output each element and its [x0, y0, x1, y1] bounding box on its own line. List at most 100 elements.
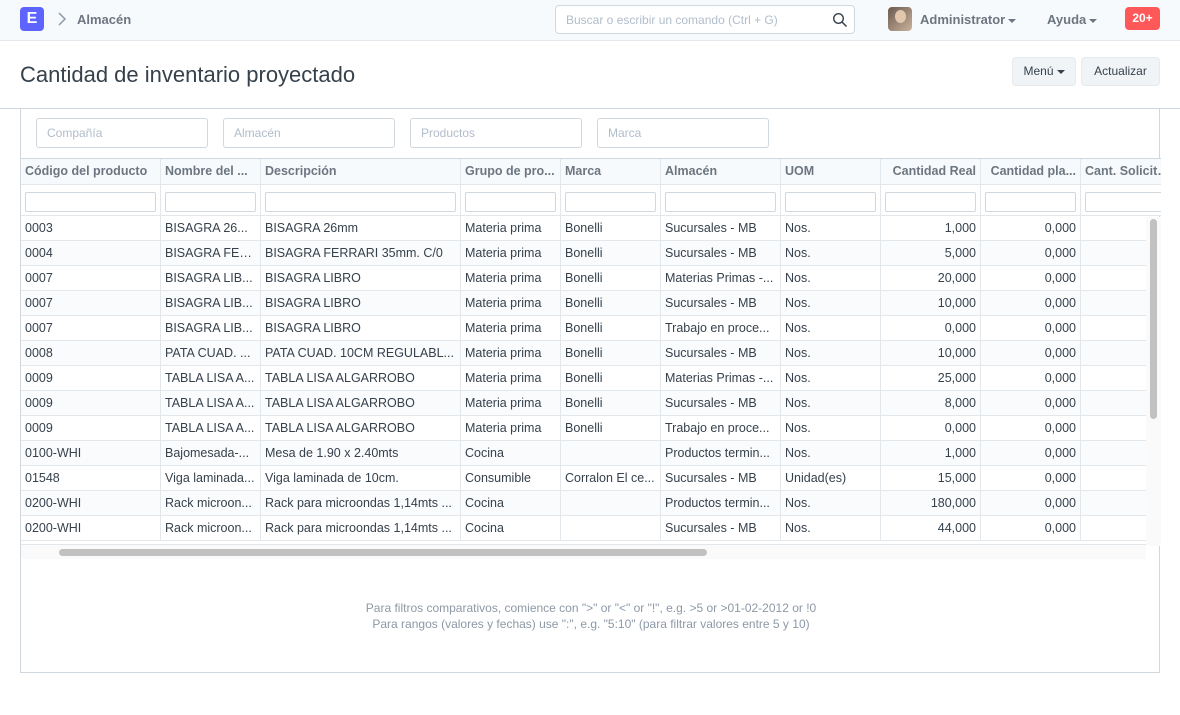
column-filter-input[interactable] — [665, 192, 776, 212]
column-filter-input[interactable] — [165, 192, 256, 212]
app-logo[interactable]: E — [20, 7, 44, 31]
cell-description: BISAGRA LIBRO — [261, 316, 461, 341]
table-row: 0007 BISAGRA LIB... BISAGRA LIBRO Materia p… — [21, 316, 1161, 341]
avatar[interactable] — [888, 7, 912, 31]
report-grid: Código del producto Nombre del ... Descrip… — [21, 158, 1161, 544]
cell-description: Viga laminada de 10cm. — [261, 466, 461, 491]
cell-planned-qty: 0,000 — [981, 291, 1081, 316]
column-filter-input[interactable] — [985, 192, 1076, 212]
table-row: 0008 PATA CUAD. ... PATA CUAD. 10CM REGULA… — [21, 341, 1161, 366]
cell-brand — [561, 516, 661, 541]
filter-warehouse[interactable] — [223, 118, 395, 148]
cell-item-group: Consumible — [461, 466, 561, 491]
cell-product-name: Viga laminada... — [161, 466, 261, 491]
search-bar — [555, 5, 855, 34]
cell-product-name: TABLA LISA A... — [161, 416, 261, 441]
cell-product-name: Rack microon... — [161, 516, 261, 541]
cell-uom: Nos. — [781, 266, 881, 291]
cell-description: Rack para microondas 1,14mts ... — [261, 516, 461, 541]
column-header-requested-qty[interactable]: Cant. Solicitada — [1081, 159, 1161, 185]
column-filter-input[interactable] — [885, 192, 976, 212]
column-header-uom[interactable]: UOM — [781, 159, 881, 185]
search-icon[interactable] — [832, 12, 848, 28]
user-menu[interactable]: Administrator — [920, 12, 1017, 27]
cell-description: TABLA LISA ALGARROBO — [261, 416, 461, 441]
cell-uom: Nos. — [781, 291, 881, 316]
cell-planned-qty: 0,000 — [981, 216, 1081, 241]
column-header-row: Código del producto Nombre del ... Descrip… — [21, 159, 1161, 185]
cell-planned-qty: 0,000 — [981, 316, 1081, 341]
cell-warehouse: Trabajo en proce... — [661, 316, 781, 341]
help-menu[interactable]: Ayuda — [1047, 12, 1098, 27]
cell-product-code: 0004 — [21, 241, 161, 266]
column-header-product-code[interactable]: Código del producto — [21, 159, 161, 185]
cell-brand — [561, 441, 661, 466]
column-header-brand[interactable]: Marca — [561, 159, 661, 185]
cell-planned-qty: 0,000 — [981, 491, 1081, 516]
cell-product-code: 0008 — [21, 341, 161, 366]
menu-button[interactable]: Menú — [1012, 57, 1076, 86]
cell-product-name: TABLA LISA A... — [161, 391, 261, 416]
cell-planned-qty: 0,000 — [981, 466, 1081, 491]
cell-uom: Nos. — [781, 441, 881, 466]
cell-description: TABLA LISA ALGARROBO — [261, 366, 461, 391]
cell-actual-qty: 44,000 — [881, 516, 981, 541]
cell-brand: Bonelli — [561, 291, 661, 316]
cell-warehouse: Sucursales - MB — [661, 241, 781, 266]
cell-brand: Bonelli — [561, 366, 661, 391]
menu-label: Menú — [1023, 64, 1054, 78]
column-header-product-name[interactable]: Nombre del ... — [161, 159, 261, 185]
horizontal-scrollbar[interactable] — [21, 544, 1146, 559]
cell-item-group: Materia prima — [461, 241, 561, 266]
cell-product-code: 0007 — [21, 291, 161, 316]
column-filter-input[interactable] — [565, 192, 656, 212]
cell-brand: Bonelli — [561, 316, 661, 341]
column-filter-row — [21, 185, 1161, 216]
breadcrumb[interactable]: Almacén — [77, 12, 131, 27]
column-header-description[interactable]: Descripción — [261, 159, 461, 185]
column-filter-input[interactable] — [25, 192, 156, 212]
column-filter-input[interactable] — [265, 192, 456, 212]
column-filter-cell — [661, 185, 781, 216]
column-header-item-group[interactable]: Grupo de pro... — [461, 159, 561, 185]
column-filter-input[interactable] — [465, 192, 556, 212]
cell-product-name: BISAGRA LIB... — [161, 316, 261, 341]
cell-product-code: 0003 — [21, 216, 161, 241]
table-row: 0200-WHI Rack microon... Rack para microon… — [21, 491, 1161, 516]
help-text-comparative: Para filtros comparativos, comience con … — [365, 601, 817, 615]
column-filter-input[interactable] — [785, 192, 876, 212]
cell-description: Mesa de 1.90 x 2.40mts — [261, 441, 461, 466]
cell-product-name: PATA CUAD. ... — [161, 341, 261, 366]
column-header-warehouse[interactable]: Almacén — [661, 159, 781, 185]
cell-item-group: Materia prima — [461, 266, 561, 291]
cell-planned-qty: 0,000 — [981, 441, 1081, 466]
cell-item-group: Materia prima — [461, 216, 561, 241]
cell-description: BISAGRA FERRARI 35mm. C/0 — [261, 241, 461, 266]
filter-products[interactable] — [410, 118, 582, 148]
cell-product-code: 0200-WHI — [21, 491, 161, 516]
cell-warehouse: Productos termin... — [661, 491, 781, 516]
column-header-actual-qty[interactable]: Cantidad Real — [881, 159, 981, 185]
table-row: 0100-WHI Bajomesada-... Mesa de 1.90 x 2.4… — [21, 441, 1161, 466]
column-filter-cell — [1081, 185, 1161, 216]
caret-down-icon — [1089, 18, 1098, 23]
column-header-planned-qty[interactable]: Cantidad pla... — [981, 159, 1081, 185]
vertical-scrollbar[interactable] — [1146, 217, 1161, 546]
cell-actual-qty: 1,000 — [881, 216, 981, 241]
user-name: Administrator — [920, 12, 1006, 27]
search-input[interactable] — [556, 6, 826, 33]
filter-brand[interactable] — [597, 118, 769, 148]
column-filter-cell — [981, 185, 1081, 216]
column-filter-input[interactable] — [1085, 192, 1161, 212]
cell-actual-qty: 25,000 — [881, 366, 981, 391]
cell-warehouse: Trabajo en proce... — [661, 416, 781, 441]
refresh-button[interactable]: Actualizar — [1081, 57, 1160, 86]
cell-uom: Unidad(es) — [781, 466, 881, 491]
column-filter-cell — [781, 185, 881, 216]
vertical-scroll-thumb[interactable] — [1150, 219, 1157, 419]
cell-description: BISAGRA LIBRO — [261, 291, 461, 316]
cell-product-name: BISAGRA 26... — [161, 216, 261, 241]
horizontal-scroll-thumb[interactable] — [59, 549, 707, 556]
filter-company[interactable] — [36, 118, 208, 148]
notifications-badge[interactable]: 20+ — [1125, 7, 1160, 30]
